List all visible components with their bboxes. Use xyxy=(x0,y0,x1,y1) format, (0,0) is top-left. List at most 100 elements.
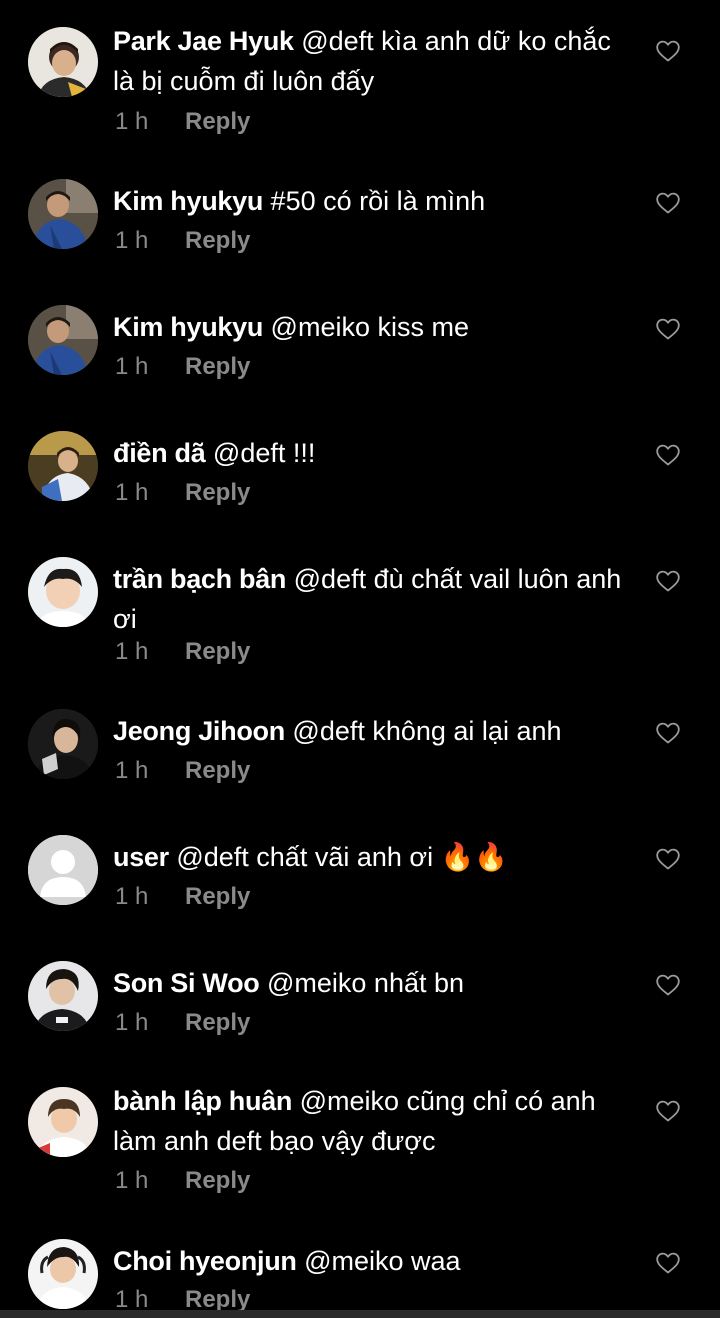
comment-item: user @deft chất vãi anh ơi 🔥🔥 1 h Reply xyxy=(0,820,720,946)
photo-avatar-icon xyxy=(28,709,98,779)
heart-outline-icon xyxy=(656,444,680,466)
comment-username[interactable]: Park Jae Hyuk xyxy=(113,26,294,56)
comment-text: Kim hyukyu #50 có rồi là mình xyxy=(113,181,623,221)
like-button[interactable] xyxy=(655,847,681,871)
reply-button[interactable]: Reply xyxy=(185,637,250,667)
comment-timestamp: 1 h xyxy=(115,1167,149,1194)
comment-username[interactable]: Kim hyukyu xyxy=(113,312,263,342)
comment-username[interactable]: trần bạch bân xyxy=(113,564,286,594)
comment-meta: 1 h Reply xyxy=(115,352,250,382)
reply-button[interactable]: Reply xyxy=(185,478,250,508)
photo-avatar-icon xyxy=(28,179,98,249)
bottom-divider xyxy=(0,1310,720,1318)
comment-item: Kim hyukyu @meiko kiss me 1 h Reply xyxy=(0,276,720,402)
reply-button[interactable]: Reply xyxy=(185,1285,250,1310)
comment-meta: 1 h Reply xyxy=(115,1008,250,1038)
like-button[interactable] xyxy=(655,569,681,593)
reply-button[interactable]: Reply xyxy=(185,226,250,256)
comment-text: Choi hyeonjun @meiko waa xyxy=(113,1241,623,1281)
heart-outline-icon xyxy=(656,974,680,996)
comment-body: @meiko kiss me xyxy=(263,312,469,342)
reply-button[interactable]: Reply xyxy=(185,882,250,912)
comment-timestamp: 1 h xyxy=(115,1286,149,1310)
comment-body: @deft chất vãi anh ơi 🔥🔥 xyxy=(168,842,508,872)
comment-meta: 1 h Reply xyxy=(115,756,250,786)
like-button[interactable] xyxy=(655,973,681,997)
comment-meta: 1 h Reply xyxy=(115,1285,250,1310)
comment-item: Choi hyeonjun @meiko waa 1 h Reply xyxy=(0,1238,720,1310)
comment-meta: 1 h Reply xyxy=(115,1166,250,1196)
comment-text: điền dã @deft !!! xyxy=(113,433,623,473)
comment-text: Jeong Jihoon @deft không ai lại anh xyxy=(113,711,623,751)
comment-meta: 1 h Reply xyxy=(115,107,250,137)
comment-item: Jeong Jihoon @deft không ai lại anh 1 h R… xyxy=(0,694,720,820)
user-avatar[interactable] xyxy=(28,557,98,627)
user-avatar[interactable] xyxy=(28,1239,98,1309)
comment-timestamp: 1 h xyxy=(115,108,149,135)
heart-outline-icon xyxy=(656,40,680,62)
comment-text: user @deft chất vãi anh ơi 🔥🔥 xyxy=(113,837,623,877)
user-avatar[interactable] xyxy=(28,305,98,375)
like-button[interactable] xyxy=(655,721,681,745)
comment-meta: 1 h Reply xyxy=(115,637,250,667)
like-button[interactable] xyxy=(655,1099,681,1123)
comment-username[interactable]: Son Si Woo xyxy=(113,968,260,998)
reply-button[interactable]: Reply xyxy=(185,352,250,382)
user-avatar[interactable] xyxy=(28,835,98,905)
reply-button[interactable]: Reply xyxy=(185,756,250,786)
comment-item: trần bạch bân @deft đù chất vail luôn an… xyxy=(0,528,720,694)
heart-outline-icon xyxy=(656,318,680,340)
like-button[interactable] xyxy=(655,191,681,215)
comment-text: trần bạch bân @deft đù chất vail luôn an… xyxy=(113,559,623,639)
comment-username[interactable]: user xyxy=(113,842,169,872)
photo-avatar-icon xyxy=(28,1239,98,1309)
like-button[interactable] xyxy=(655,1251,681,1275)
comment-body: @deft !!! xyxy=(205,438,316,468)
like-button[interactable] xyxy=(655,443,681,467)
comment-timestamp: 1 h xyxy=(115,883,149,910)
photo-avatar-icon xyxy=(28,1087,98,1157)
comment-item: Park Jae Hyuk @deft kìa anh dữ ko chắc l… xyxy=(0,0,720,150)
reply-button[interactable]: Reply xyxy=(185,107,250,137)
heart-outline-icon xyxy=(656,1252,680,1274)
comment-meta: 1 h Reply xyxy=(115,226,250,256)
comment-username[interactable]: điền dã xyxy=(113,438,206,468)
comment-body: @meiko nhất bn xyxy=(259,968,465,998)
comment-item: Son Si Woo @meiko nhất bn 1 h Reply xyxy=(0,946,720,1072)
comment-timestamp: 1 h xyxy=(115,757,149,784)
comment-meta: 1 h Reply xyxy=(115,478,250,508)
user-avatar[interactable] xyxy=(28,1087,98,1157)
comment-body: @deft không ai lại anh xyxy=(284,716,562,746)
user-avatar[interactable] xyxy=(28,179,98,249)
comment-body: #50 có rồi là mình xyxy=(263,186,486,216)
comment-username[interactable]: Kim hyukyu xyxy=(113,186,263,216)
comment-text: bành lập huân @meiko cũng chỉ có anh làm… xyxy=(113,1081,623,1161)
heart-outline-icon xyxy=(656,570,680,592)
user-avatar[interactable] xyxy=(28,961,98,1031)
comment-username[interactable]: Jeong Jihoon xyxy=(113,716,285,746)
heart-outline-icon xyxy=(656,848,680,870)
user-avatar[interactable] xyxy=(28,27,98,97)
comment-username[interactable]: Choi hyeonjun xyxy=(113,1246,297,1276)
photo-avatar-icon xyxy=(28,305,98,375)
user-avatar[interactable] xyxy=(28,709,98,779)
photo-avatar-icon xyxy=(28,557,98,627)
comment-text: Park Jae Hyuk @deft kìa anh dữ ko chắc l… xyxy=(113,21,623,101)
comment-item: bành lập huân @meiko cũng chỉ có anh làm… xyxy=(0,1072,720,1238)
reply-button[interactable]: Reply xyxy=(185,1008,250,1038)
comment-username[interactable]: bành lập huân xyxy=(113,1086,292,1116)
comment-timestamp: 1 h xyxy=(115,1009,149,1036)
like-button[interactable] xyxy=(655,39,681,63)
comment-timestamp: 1 h xyxy=(115,227,149,254)
default-avatar-icon xyxy=(28,835,98,905)
comment-text: Son Si Woo @meiko nhất bn xyxy=(113,963,623,1003)
photo-avatar-icon xyxy=(28,27,98,97)
comment-timestamp: 1 h xyxy=(115,638,149,665)
like-button[interactable] xyxy=(655,317,681,341)
comment-item: điền dã @deft !!! 1 h Reply xyxy=(0,402,720,528)
reply-button[interactable]: Reply xyxy=(185,1166,250,1196)
comment-list[interactable]: Park Jae Hyuk @deft kìa anh dữ ko chắc l… xyxy=(0,0,720,1310)
user-avatar[interactable] xyxy=(28,431,98,501)
heart-outline-icon xyxy=(656,1100,680,1122)
photo-avatar-icon xyxy=(28,961,98,1031)
